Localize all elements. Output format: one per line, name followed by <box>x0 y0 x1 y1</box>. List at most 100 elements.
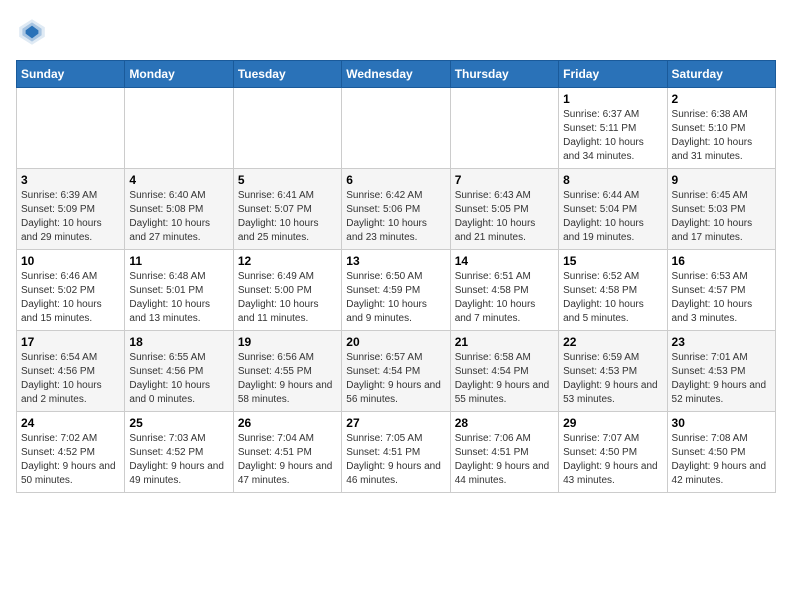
calendar-cell <box>342 88 450 169</box>
calendar-cell: 19 Sunrise: 6:56 AMSunset: 4:55 PMDayligh… <box>233 331 341 412</box>
day-info: Sunrise: 6:46 AMSunset: 5:02 PMDaylight:… <box>21 270 120 326</box>
calendar-week-row: 1 Sunrise: 6:37 AMSunset: 5:11 PMDaylight… <box>17 88 776 169</box>
day-number: 22 <box>563 335 662 349</box>
day-info: Sunrise: 6:38 AMSunset: 5:10 PMDaylight:… <box>672 108 771 164</box>
day-info: Sunrise: 6:52 AMSunset: 4:58 PMDaylight:… <box>563 270 662 326</box>
day-info: Sunrise: 6:50 AMSunset: 4:59 PMDaylight:… <box>346 270 445 326</box>
calendar-cell: 6 Sunrise: 6:42 AMSunset: 5:06 PMDaylight… <box>342 169 450 250</box>
logo-icon <box>16 16 48 48</box>
calendar-cell: 15 Sunrise: 6:52 AMSunset: 4:58 PMDayligh… <box>559 250 667 331</box>
day-number: 25 <box>129 416 228 430</box>
calendar-cell: 13 Sunrise: 6:50 AMSunset: 4:59 PMDayligh… <box>342 250 450 331</box>
day-info: Sunrise: 6:56 AMSunset: 4:55 PMDaylight:… <box>238 351 337 407</box>
calendar-cell: 8 Sunrise: 6:44 AMSunset: 5:04 PMDaylight… <box>559 169 667 250</box>
calendar-cell: 29Sunrise: 7:07 AMSunset: 4:50 PMDayligh… <box>559 412 667 493</box>
day-info: Sunrise: 6:51 AMSunset: 4:58 PMDaylight:… <box>455 270 554 326</box>
day-info: Sunrise: 6:43 AMSunset: 5:05 PMDaylight:… <box>455 189 554 245</box>
weekday-header: Wednesday <box>342 61 450 88</box>
day-number: 29 <box>563 416 662 430</box>
day-info: Sunrise: 6:48 AMSunset: 5:01 PMDaylight:… <box>129 270 228 326</box>
day-info: Sunrise: 6:42 AMSunset: 5:06 PMDaylight:… <box>346 189 445 245</box>
day-info: Sunrise: 7:01 AMSunset: 4:53 PMDaylight:… <box>672 351 771 407</box>
calendar-cell: 23Sunrise: 7:01 AMSunset: 4:53 PMDayligh… <box>667 331 775 412</box>
calendar-week-row: 10 Sunrise: 6:46 AMSunset: 5:02 PMDayligh… <box>17 250 776 331</box>
day-number: 13 <box>346 254 445 268</box>
day-number: 19 <box>238 335 337 349</box>
calendar-cell: 3Sunrise: 6:39 AMSunset: 5:09 PMDaylight… <box>17 169 125 250</box>
day-info: Sunrise: 6:37 AMSunset: 5:11 PMDaylight:… <box>563 108 662 164</box>
day-number: 4 <box>129 173 228 187</box>
day-number: 11 <box>129 254 228 268</box>
day-info: Sunrise: 7:02 AMSunset: 4:52 PMDaylight:… <box>21 432 120 488</box>
day-number: 5 <box>238 173 337 187</box>
weekday-header: Saturday <box>667 61 775 88</box>
calendar-cell <box>125 88 233 169</box>
weekday-header: Tuesday <box>233 61 341 88</box>
day-info: Sunrise: 6:55 AMSunset: 4:56 PMDaylight:… <box>129 351 228 407</box>
day-info: Sunrise: 6:58 AMSunset: 4:54 PMDaylight:… <box>455 351 554 407</box>
calendar-cell: 10 Sunrise: 6:46 AMSunset: 5:02 PMDayligh… <box>17 250 125 331</box>
day-number: 1 <box>563 92 662 106</box>
day-number: 20 <box>346 335 445 349</box>
calendar-cell: 2 Sunrise: 6:38 AMSunset: 5:10 PMDaylight… <box>667 88 775 169</box>
calendar-cell: 7 Sunrise: 6:43 AMSunset: 5:05 PMDaylight… <box>450 169 558 250</box>
weekday-header: Thursday <box>450 61 558 88</box>
calendar-cell: 26 Sunrise: 7:04 AMSunset: 4:51 PMDayligh… <box>233 412 341 493</box>
day-number: 24 <box>21 416 120 430</box>
calendar-cell: 16 Sunrise: 6:53 AMSunset: 4:57 PMDayligh… <box>667 250 775 331</box>
day-info: Sunrise: 6:45 AMSunset: 5:03 PMDaylight:… <box>672 189 771 245</box>
calendar-cell: 27 Sunrise: 7:05 AMSunset: 4:51 PMDayligh… <box>342 412 450 493</box>
calendar-week-row: 3Sunrise: 6:39 AMSunset: 5:09 PMDaylight… <box>17 169 776 250</box>
day-info: Sunrise: 6:53 AMSunset: 4:57 PMDaylight:… <box>672 270 771 326</box>
day-info: Sunrise: 7:04 AMSunset: 4:51 PMDaylight:… <box>238 432 337 488</box>
day-info: Sunrise: 6:59 AMSunset: 4:53 PMDaylight:… <box>563 351 662 407</box>
calendar-cell: 17 Sunrise: 6:54 AMSunset: 4:56 PMDayligh… <box>17 331 125 412</box>
day-number: 30 <box>672 416 771 430</box>
day-info: Sunrise: 6:44 AMSunset: 5:04 PMDaylight:… <box>563 189 662 245</box>
weekday-header: Sunday <box>17 61 125 88</box>
calendar-cell: 25 Sunrise: 7:03 AMSunset: 4:52 PMDayligh… <box>125 412 233 493</box>
calendar-week-row: 17 Sunrise: 6:54 AMSunset: 4:56 PMDayligh… <box>17 331 776 412</box>
day-number: 27 <box>346 416 445 430</box>
calendar-cell: 14Sunrise: 6:51 AMSunset: 4:58 PMDayligh… <box>450 250 558 331</box>
day-number: 18 <box>129 335 228 349</box>
calendar-cell: 1 Sunrise: 6:37 AMSunset: 5:11 PMDaylight… <box>559 88 667 169</box>
logo <box>16 16 52 48</box>
calendar-cell: 22 Sunrise: 6:59 AMSunset: 4:53 PMDayligh… <box>559 331 667 412</box>
calendar-cell: 18 Sunrise: 6:55 AMSunset: 4:56 PMDayligh… <box>125 331 233 412</box>
calendar-cell <box>17 88 125 169</box>
day-info: Sunrise: 7:03 AMSunset: 4:52 PMDaylight:… <box>129 432 228 488</box>
day-info: Sunrise: 6:41 AMSunset: 5:07 PMDaylight:… <box>238 189 337 245</box>
calendar-week-row: 24 Sunrise: 7:02 AMSunset: 4:52 PMDayligh… <box>17 412 776 493</box>
day-info: Sunrise: 7:05 AMSunset: 4:51 PMDaylight:… <box>346 432 445 488</box>
day-number: 6 <box>346 173 445 187</box>
calendar-cell: 21 Sunrise: 6:58 AMSunset: 4:54 PMDayligh… <box>450 331 558 412</box>
weekday-header-row: SundayMondayTuesdayWednesdayThursdayFrid… <box>17 61 776 88</box>
day-number: 26 <box>238 416 337 430</box>
calendar-cell: 12 Sunrise: 6:49 AMSunset: 5:00 PMDayligh… <box>233 250 341 331</box>
calendar-cell: 20 Sunrise: 6:57 AMSunset: 4:54 PMDayligh… <box>342 331 450 412</box>
day-info: Sunrise: 7:08 AMSunset: 4:50 PMDaylight:… <box>672 432 771 488</box>
day-number: 7 <box>455 173 554 187</box>
day-number: 16 <box>672 254 771 268</box>
weekday-header: Friday <box>559 61 667 88</box>
day-number: 21 <box>455 335 554 349</box>
day-info: Sunrise: 6:57 AMSunset: 4:54 PMDaylight:… <box>346 351 445 407</box>
day-info: Sunrise: 6:54 AMSunset: 4:56 PMDaylight:… <box>21 351 120 407</box>
weekday-header: Monday <box>125 61 233 88</box>
day-number: 28 <box>455 416 554 430</box>
day-number: 10 <box>21 254 120 268</box>
day-info: Sunrise: 6:49 AMSunset: 5:00 PMDaylight:… <box>238 270 337 326</box>
day-number: 2 <box>672 92 771 106</box>
day-number: 9 <box>672 173 771 187</box>
calendar-cell: 30 Sunrise: 7:08 AMSunset: 4:50 PMDayligh… <box>667 412 775 493</box>
day-number: 8 <box>563 173 662 187</box>
page-header <box>16 16 776 48</box>
day-number: 3 <box>21 173 120 187</box>
calendar-cell <box>233 88 341 169</box>
day-number: 12 <box>238 254 337 268</box>
calendar-cell: 9 Sunrise: 6:45 AMSunset: 5:03 PMDaylight… <box>667 169 775 250</box>
day-info: Sunrise: 7:06 AMSunset: 4:51 PMDaylight:… <box>455 432 554 488</box>
day-number: 17 <box>21 335 120 349</box>
day-number: 15 <box>563 254 662 268</box>
